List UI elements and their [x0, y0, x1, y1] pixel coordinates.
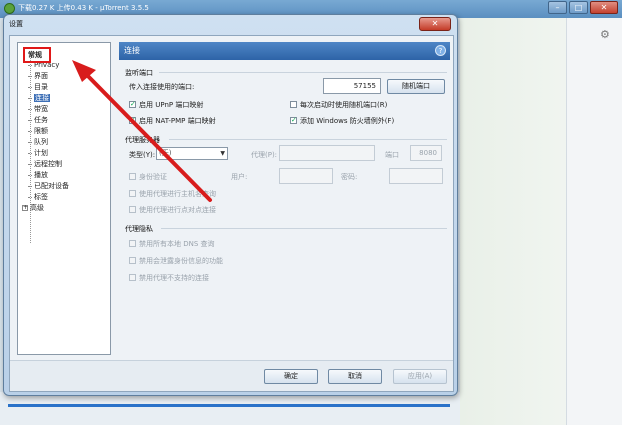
tree-item-remote[interactable]: 远程控制 [28, 159, 62, 170]
auth-checkbox[interactable] [129, 173, 136, 180]
cancel-button[interactable]: 取消 [328, 369, 382, 384]
connection-panel: 连接 ? 监听端口 传入连接使用的端口: 57155 随机端口 启用 UPnP … [119, 42, 450, 355]
section-proxy: 代理服务器 [125, 136, 160, 144]
proxy-user-label: 用户: [231, 173, 248, 181]
proxy-type-select[interactable]: (无) ▼ [156, 147, 228, 160]
section-divider [159, 72, 447, 73]
background-status-area [0, 392, 460, 425]
proxy-type-label: 类型(Y): [129, 151, 156, 159]
window-controls: – □ ✕ [548, 1, 618, 14]
dialog-footer: 确定 取消 应用(A) [10, 360, 453, 391]
background-window-title: 下载0.27 K 上传0.43 K - µTorrent 3.5.5 [18, 4, 149, 12]
close-window-button[interactable]: ✕ [590, 1, 618, 14]
tree-item-advanced[interactable]: + 高级 [22, 203, 44, 214]
section-divider [169, 139, 447, 140]
disable-dns-label: 禁用所有本地 DNS 查询 [139, 240, 215, 248]
tree-item-playback[interactable]: 播放 [28, 170, 48, 181]
proxy-user-input[interactable] [279, 168, 333, 184]
dialog-title: 设置 [9, 20, 23, 28]
help-icon[interactable]: ? [435, 45, 446, 56]
tree-item-limits[interactable]: 限额 [28, 126, 48, 137]
disable-unsupported-label: 禁用代理不支持的连接 [139, 274, 209, 282]
tree-item-tasks[interactable]: 任务 [28, 115, 48, 126]
disable-unsupported-checkbox[interactable] [129, 274, 136, 281]
hostname-lookup-checkbox[interactable] [129, 190, 136, 197]
tree-item-scheduler[interactable]: 计划 [28, 148, 48, 159]
background-side-panel [566, 18, 622, 425]
firewall-label: 添加 Windows 防火墙例外(F) [300, 117, 395, 125]
disable-identifying-checkbox[interactable] [129, 257, 136, 264]
settings-category-tree: 常规 Privacy 界面 目录 连接 带宽 任务 限额 队列 计划 远程控制 … [17, 42, 111, 355]
section-proxy-privacy: 代理隐私 [125, 225, 153, 233]
gear-icon[interactable]: ⚙ [600, 28, 610, 41]
chevron-down-icon: ▼ [220, 150, 225, 157]
upnp-checkbox[interactable] [129, 100, 136, 108]
disable-identifying-label: 禁用会泄露身份信息的功能 [139, 257, 223, 265]
random-on-start-label: 每次启动时使用随机端口(R) [300, 101, 388, 109]
tree-item-directories[interactable]: 目录 [28, 82, 48, 93]
settings-dialog: 设置 ✕ 常规 Privacy 界面 目录 连接 带宽 任务 限额 队列 计划 … [3, 14, 458, 396]
dialog-body: 常规 Privacy 界面 目录 连接 带宽 任务 限额 队列 计划 远程控制 … [9, 35, 454, 392]
hostname-lookup-label: 使用代理进行主机名查询 [139, 190, 216, 198]
proxy-port-input[interactable]: 8080 [410, 145, 442, 161]
natpmp-label: 启用 NAT-PMP 端口映射 [139, 117, 216, 125]
p2p-proxy-label: 使用代理进行点对点连接 [139, 206, 216, 214]
random-port-button[interactable]: 随机端口 [387, 79, 445, 94]
natpmp-checkbox[interactable] [129, 116, 136, 124]
port-input[interactable]: 57155 [323, 78, 381, 94]
proxy-password-label: 密码: [341, 173, 358, 181]
utorrent-logo-icon [4, 3, 15, 14]
auth-label: 身份验证 [139, 173, 167, 181]
expand-icon[interactable]: + [22, 205, 28, 211]
tree-item-labels[interactable]: 标签 [28, 192, 48, 203]
apply-button[interactable]: 应用(A) [393, 369, 447, 384]
proxy-host-input[interactable] [279, 145, 375, 161]
proxy-port-label: 端口 [385, 151, 399, 159]
upnp-label: 启用 UPnP 端口映射 [139, 101, 204, 109]
proxy-password-input[interactable] [389, 168, 443, 184]
maximize-button[interactable]: □ [569, 1, 588, 14]
minimize-button[interactable]: – [548, 1, 567, 14]
section-divider [161, 228, 447, 229]
port-label: 传入连接使用的端口: [129, 83, 195, 91]
tree-item-ui[interactable]: 界面 [28, 71, 48, 82]
panel-title: 连接 [124, 46, 140, 55]
firewall-checkbox[interactable] [290, 116, 297, 124]
tree-item-queue[interactable]: 队列 [28, 137, 48, 148]
panel-header: 连接 ? [119, 42, 450, 60]
random-on-start-checkbox[interactable] [290, 101, 297, 108]
ok-button[interactable]: 确定 [264, 369, 318, 384]
dialog-close-button[interactable]: ✕ [419, 17, 451, 31]
highlight-box [23, 47, 51, 63]
background-progress-line [8, 404, 450, 407]
tree-item-connection[interactable]: 连接 [28, 93, 50, 104]
disable-dns-checkbox[interactable] [129, 240, 136, 247]
p2p-proxy-checkbox[interactable] [129, 206, 136, 213]
tree-item-bandwidth[interactable]: 带宽 [28, 104, 48, 115]
section-listen-port: 监听端口 [125, 69, 153, 77]
proxy-host-label: 代理(P): [251, 151, 278, 159]
tree-item-paired-devices[interactable]: 已配对设备 [28, 181, 69, 192]
